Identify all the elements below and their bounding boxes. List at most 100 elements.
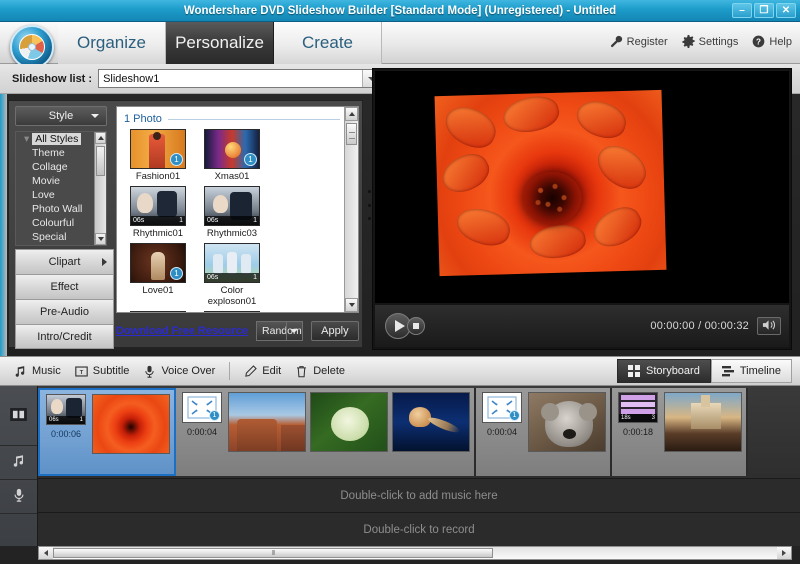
- storyboard-photo[interactable]: [310, 392, 388, 452]
- title-bar: Wondershare DVD Slideshow Builder [Stand…: [0, 0, 800, 22]
- style-item-label: Love01: [142, 285, 174, 296]
- scroll-up-icon[interactable]: [95, 132, 106, 144]
- duration-bar: 06s 1: [131, 216, 185, 225]
- pre-audio-button[interactable]: Pre-Audio: [15, 299, 114, 324]
- storyboard-photo[interactable]: [664, 392, 742, 452]
- help-button[interactable]: ? Help: [752, 35, 792, 48]
- timeline-label: Timeline: [739, 365, 781, 377]
- timeline-view-button[interactable]: Timeline: [710, 359, 792, 383]
- storyboard-photo[interactable]: [92, 394, 170, 454]
- volume-button[interactable]: [757, 317, 781, 335]
- horizontal-scroll-thumb[interactable]: III: [53, 548, 493, 558]
- photo-count-label: 1 Photo: [124, 113, 162, 125]
- style-item-fashion01[interactable]: 1 Fashion01: [125, 129, 191, 182]
- intro-credit-button[interactable]: Intro/Credit: [15, 324, 114, 349]
- record-track-dropzone[interactable]: Double-click to record: [38, 512, 800, 546]
- transition-cell[interactable]: 06s 1 0:00:06: [44, 394, 88, 439]
- thumbnail-image: 1: [130, 243, 186, 283]
- transition-cell[interactable]: 1 0:00:04: [180, 392, 224, 437]
- style-badge: 1: [170, 267, 183, 280]
- storyboard-group[interactable]: 06s 1 0:00:06: [38, 388, 176, 476]
- transition-thumbnail: 18s 3: [618, 392, 658, 423]
- flower-center: [522, 171, 583, 225]
- music-label: Music: [32, 365, 61, 377]
- transition-thumbnail: 1: [182, 392, 222, 423]
- tab-personalize[interactable]: Personalize: [166, 22, 274, 64]
- stop-button[interactable]: [407, 317, 425, 335]
- tree-scrollbar[interactable]: [94, 132, 106, 245]
- tree-item-special[interactable]: Special: [16, 230, 106, 244]
- style-item-love01[interactable]: 1 Love01: [125, 243, 191, 307]
- close-button[interactable]: ✕: [776, 3, 796, 18]
- style-item-rhythmic01[interactable]: 06s 1 Rhythmic01: [125, 186, 191, 239]
- storyboard-group[interactable]: 18s 3 0:00:18: [612, 388, 748, 476]
- toolbar-separator: [229, 362, 231, 380]
- help-label: Help: [769, 35, 792, 48]
- effect-button[interactable]: Effect: [15, 274, 114, 299]
- clipart-button[interactable]: Clipart: [15, 249, 114, 274]
- film-strip-icon: [10, 407, 27, 424]
- slideshow-select[interactable]: Slideshow1: [98, 69, 382, 88]
- thumbnail-scrollbar[interactable]: [344, 107, 358, 312]
- photo-count-header: 1 Photo: [124, 113, 340, 125]
- scroll-up-icon[interactable]: [345, 107, 358, 121]
- tree-item-love[interactable]: Love: [16, 188, 106, 202]
- thumbnail-scroll-thumb[interactable]: [346, 123, 357, 145]
- storyboard-photo[interactable]: [528, 392, 606, 452]
- style-item-special03[interactable]: 06s 1 Special03: [199, 311, 265, 312]
- tree-item-all-styles[interactable]: ▾ All Styles: [16, 132, 106, 146]
- register-label: Register: [626, 35, 668, 48]
- maximize-button[interactable]: ❐: [754, 3, 774, 18]
- music-track-label: [0, 446, 37, 480]
- transition-cell[interactable]: 1 0:00:04: [480, 392, 524, 437]
- minimize-button[interactable]: –: [732, 3, 752, 18]
- storyboard-photo[interactable]: [392, 392, 470, 452]
- style-item-color-exploson01[interactable]: 06s 1 Color exploson01: [199, 243, 265, 307]
- tree-item-colourful[interactable]: Colourful: [16, 216, 106, 230]
- subtitle-button[interactable]: T Subtitle: [74, 365, 129, 378]
- storyboard-photo[interactable]: [228, 392, 306, 452]
- storyboard-horizontal-scrollbar[interactable]: III: [38, 546, 792, 560]
- scroll-left-icon[interactable]: [39, 547, 53, 559]
- pencil-icon: [244, 364, 258, 378]
- edit-button[interactable]: Edit: [244, 364, 281, 378]
- transition-cell[interactable]: 18s 3 0:00:18: [616, 392, 660, 437]
- download-free-resource-link[interactable]: Download Free Resource: [116, 325, 248, 337]
- settings-label: Settings: [698, 35, 739, 48]
- style-item-xmas01[interactable]: 1 Xmas01: [199, 129, 265, 182]
- tab-organize[interactable]: Organize: [58, 22, 166, 64]
- transition-mode-select[interactable]: Random: [256, 321, 303, 341]
- apply-button[interactable]: Apply: [310, 321, 359, 341]
- storyboard-group[interactable]: 1 0:00:04: [176, 388, 476, 476]
- chevron-down-icon[interactable]: [285, 322, 302, 340]
- scroll-down-icon[interactable]: [345, 298, 358, 312]
- scroll-down-icon[interactable]: [95, 233, 106, 245]
- gear-icon: [682, 35, 695, 48]
- scroll-right-icon[interactable]: [777, 547, 791, 559]
- chevron-right-icon: [102, 258, 107, 266]
- settings-button[interactable]: Settings: [682, 35, 739, 48]
- tab-create[interactable]: Create: [274, 22, 382, 64]
- storyboard-label: Storyboard: [646, 365, 700, 377]
- tree-scroll-thumb[interactable]: [96, 146, 105, 176]
- style-category-tree[interactable]: ▾ All Styles Theme Collage Movie Love Ph…: [15, 131, 107, 246]
- preview-stage[interactable]: [375, 71, 789, 303]
- storyboard-view-button[interactable]: Storyboard: [617, 359, 711, 383]
- tree-item-general[interactable]: General: [16, 244, 106, 245]
- duration-label: 06s: [207, 274, 219, 281]
- tree-item-theme[interactable]: Theme: [16, 146, 106, 160]
- music-button[interactable]: Music: [14, 365, 61, 378]
- style-header-button[interactable]: Style: [15, 106, 107, 126]
- music-track-dropzone[interactable]: Double-click to add music here: [38, 478, 800, 512]
- delete-button[interactable]: Delete: [295, 365, 345, 378]
- style-item-rhythmic03[interactable]: 06s 1 Rhythmic03: [199, 186, 265, 239]
- count-label: 1: [179, 217, 183, 224]
- tree-item-photo-wall[interactable]: Photo Wall: [16, 202, 106, 216]
- storyboard-group[interactable]: 1 0:00:04: [476, 388, 612, 476]
- register-button[interactable]: Register: [610, 35, 668, 48]
- tree-item-movie[interactable]: Movie: [16, 174, 106, 188]
- style-item-color01[interactable]: 1 Color01: [125, 311, 191, 312]
- tree-item-collage[interactable]: Collage: [16, 160, 106, 174]
- storyboard-strip[interactable]: 06s 1 0:00:06 1 0:00:04 1 0:00:04 18s 3 …: [38, 386, 800, 478]
- voice-over-button[interactable]: Voice Over: [143, 365, 215, 378]
